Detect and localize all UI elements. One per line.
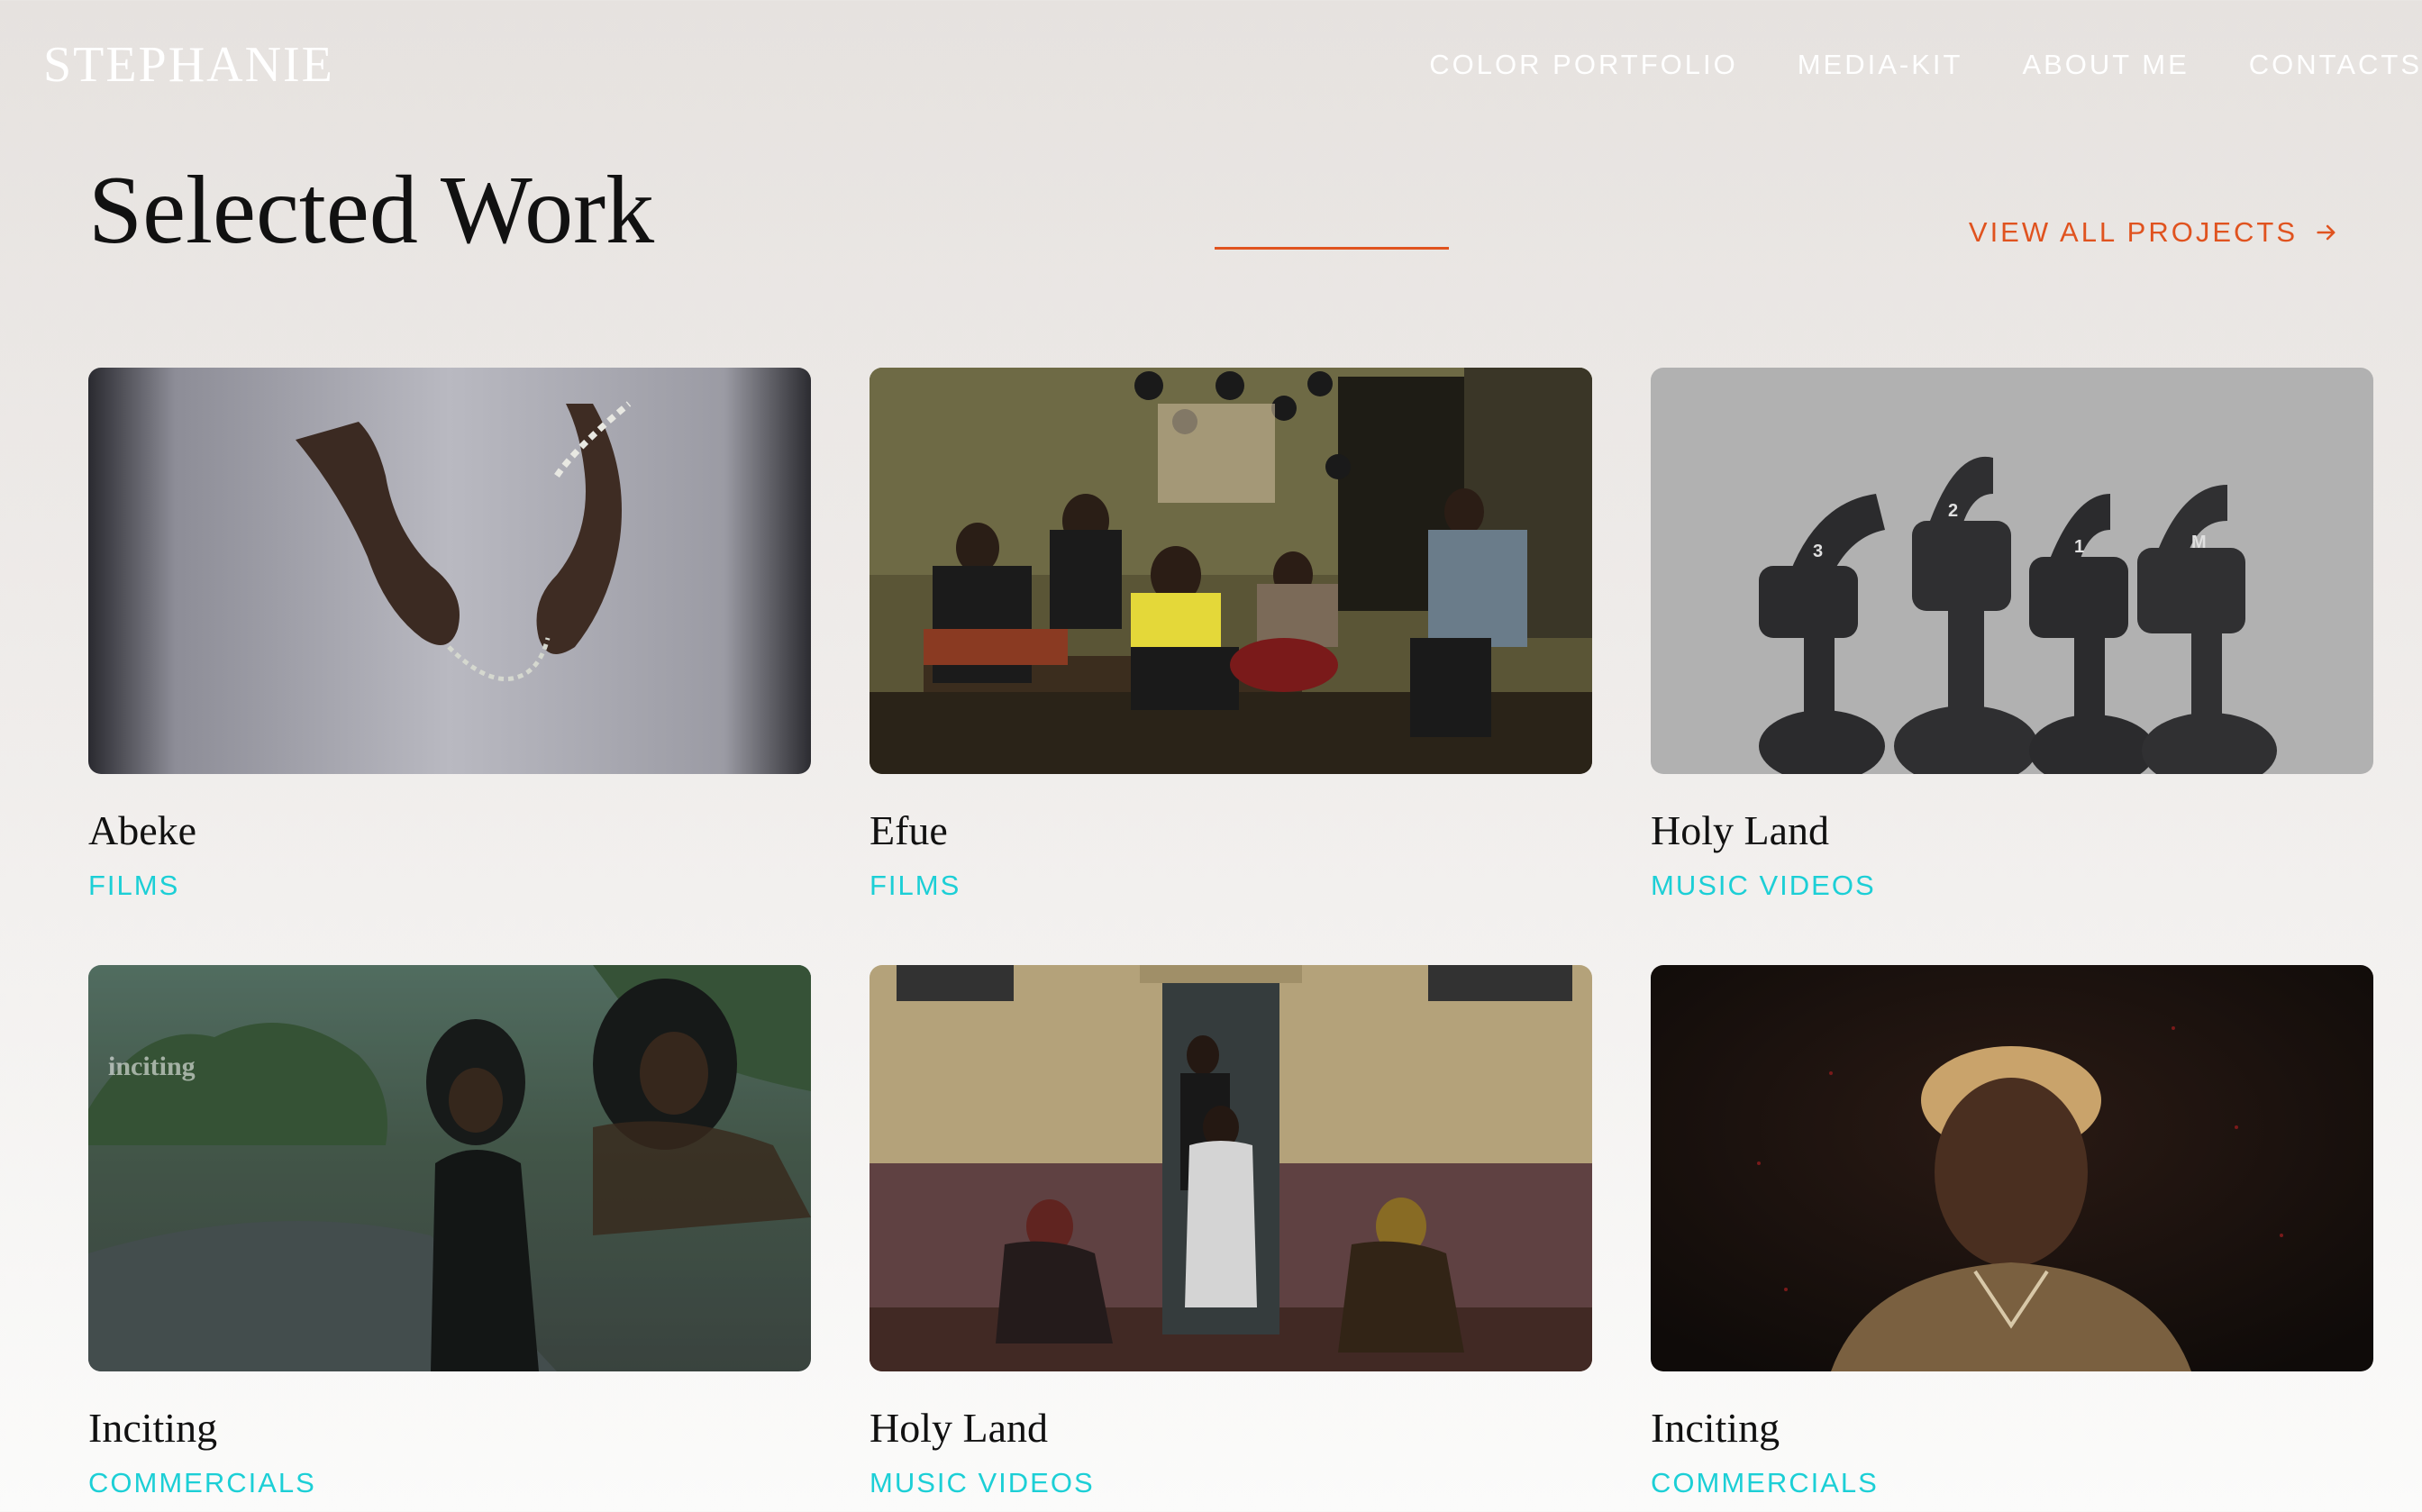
project-card[interactable]: Inciting COMMERCIALS bbox=[1651, 965, 2373, 1512]
project-title[interactable]: Holy Land bbox=[1651, 806, 2373, 855]
project-category[interactable]: COMMERCIALS bbox=[88, 1467, 811, 1499]
man-portrait-dark-image bbox=[1651, 965, 2373, 1371]
project-title[interactable]: Inciting bbox=[88, 1404, 811, 1453]
project-card[interactable]: inciting Inciting COMMERCIALS bbox=[88, 965, 811, 1512]
nav-item-media-kit[interactable]: MEDIA-KIT bbox=[1798, 47, 1963, 83]
project-thumbnail[interactable]: inciting bbox=[88, 965, 811, 1371]
project-title[interactable]: Abeke bbox=[88, 806, 811, 855]
project-thumbnail[interactable] bbox=[870, 368, 1592, 774]
project-category[interactable]: MUSIC VIDEOS bbox=[870, 1467, 1592, 1499]
view-all-projects-label: VIEW ALL PROJECTS bbox=[1968, 216, 2298, 248]
svg-text:3: 3 bbox=[1813, 542, 1823, 561]
section-title: Selected Work bbox=[88, 157, 655, 264]
svg-text:2: 2 bbox=[1948, 501, 1958, 521]
project-title[interactable]: Inciting bbox=[1651, 1404, 2373, 1453]
two-women-on-road-image bbox=[88, 965, 811, 1371]
accent-divider bbox=[1215, 247, 1449, 250]
brand-logo[interactable]: STEPHANIE bbox=[43, 36, 334, 94]
project-thumbnail[interactable] bbox=[870, 965, 1592, 1371]
main-nav: COLOR PORTFOLIO MEDIA-KIT ABOUT ME CONTA… bbox=[1429, 47, 2422, 83]
project-card[interactable]: Efue FILMS bbox=[870, 368, 1592, 965]
nav-item-color-portfolio[interactable]: COLOR PORTFOLIO bbox=[1429, 47, 1737, 83]
project-card[interactable]: 3 2 1 M Holy Land MUSIC VIDEOS bbox=[1651, 368, 2373, 965]
project-title[interactable]: Holy Land bbox=[870, 1404, 1592, 1453]
project-thumbnail[interactable] bbox=[1651, 965, 2373, 1371]
headset-microphones-image: 3 2 1 M bbox=[1651, 368, 2373, 774]
hands-holding-rosary-image bbox=[88, 368, 811, 774]
project-category[interactable]: COMMERCIALS bbox=[1651, 1467, 2373, 1499]
top-navigation-bar: STEPHANIE COLOR PORTFOLIO MEDIA-KIT ABOU… bbox=[0, 0, 2422, 126]
band-performing-in-room-image bbox=[870, 368, 1592, 774]
project-card[interactable]: Abeke FILMS bbox=[88, 368, 811, 965]
svg-text:1: 1 bbox=[2074, 537, 2084, 557]
project-thumbnail[interactable] bbox=[88, 368, 811, 774]
nav-item-contacts[interactable]: CONTACTS bbox=[2249, 47, 2422, 83]
project-category[interactable]: FILMS bbox=[88, 870, 811, 902]
svg-text:M: M bbox=[2191, 533, 2207, 552]
project-category[interactable]: MUSIC VIDEOS bbox=[1651, 870, 2373, 902]
project-title[interactable]: Efue bbox=[870, 806, 1592, 855]
projects-grid: Abeke FILMS Efue FILMS 3 2 1 M Holy Land… bbox=[88, 368, 2374, 1512]
women-at-doorway-image bbox=[870, 965, 1592, 1371]
project-thumbnail[interactable]: 3 2 1 M bbox=[1651, 368, 2373, 774]
project-card[interactable]: Holy Land MUSIC VIDEOS bbox=[870, 965, 1592, 1512]
nav-item-about-me[interactable]: ABOUT ME bbox=[2022, 47, 2189, 83]
project-category[interactable]: FILMS bbox=[870, 870, 1592, 902]
view-all-projects-link[interactable]: VIEW ALL PROJECTS bbox=[1969, 214, 2339, 250]
arrow-right-icon bbox=[2317, 224, 2336, 241]
thumbnail-overlay-title: inciting bbox=[108, 1052, 196, 1081]
